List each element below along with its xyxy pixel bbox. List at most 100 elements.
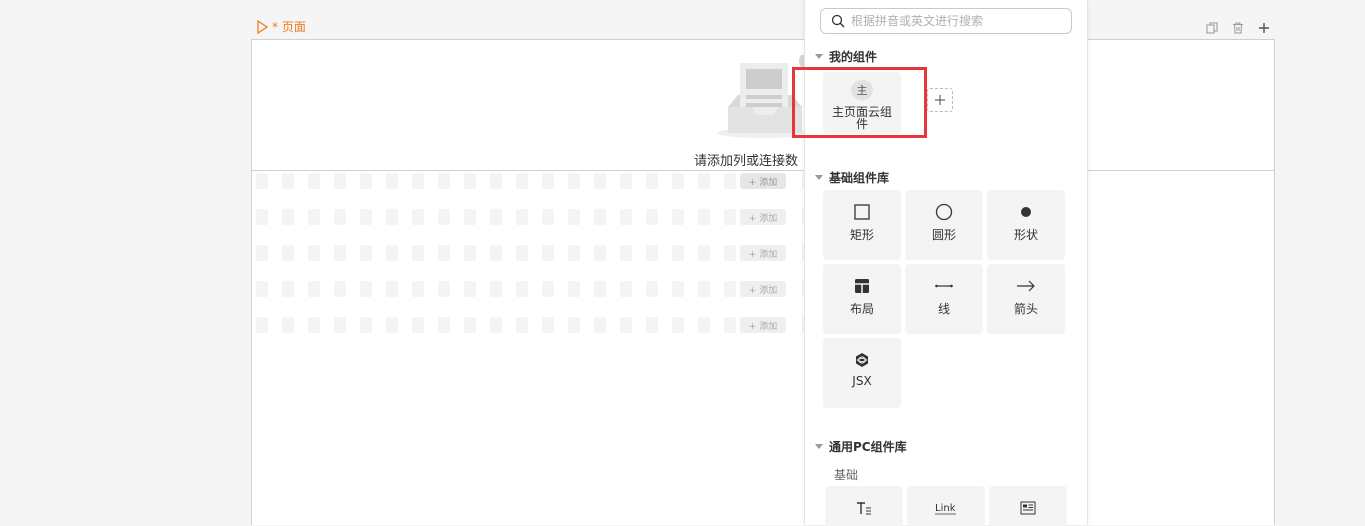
add-row-button[interactable]: + 添加 [740, 245, 786, 261]
my-components-title: 我的组件 [829, 50, 878, 64]
grid-cell [490, 209, 502, 225]
jsx-icon [852, 350, 872, 370]
search-icon [831, 14, 845, 28]
layout-icon [852, 276, 872, 296]
grid-row: + 添加 [252, 209, 1274, 229]
grid-cell [646, 209, 658, 225]
grid-cell [438, 281, 450, 297]
tile-richtext[interactable] [989, 486, 1067, 526]
grid-cell [334, 209, 346, 225]
add-row-button[interactable]: + 添加 [740, 281, 786, 297]
grid-cell [490, 281, 502, 297]
search-input[interactable] [851, 14, 1051, 28]
grid-cell [594, 209, 606, 225]
grid-cell [438, 209, 450, 225]
grid-cell [334, 281, 346, 297]
grid-cell [542, 209, 554, 225]
grid-cell [282, 245, 294, 261]
grid-cell [620, 209, 632, 225]
grid-cell [308, 281, 320, 297]
grid-cell [620, 245, 632, 261]
grid-cell [542, 281, 554, 297]
my-components-header[interactable]: 我的组件 [815, 48, 877, 65]
add-component-button[interactable] [927, 88, 953, 112]
dot-icon [1016, 202, 1036, 222]
grid-cell [464, 281, 476, 297]
grid-cell [490, 173, 502, 189]
add-row-button[interactable]: + 添加 [740, 209, 786, 225]
plus-icon [935, 95, 945, 105]
grid-cell [386, 317, 398, 333]
add-row-button[interactable]: + 添加 [740, 173, 786, 189]
grid-cell [256, 281, 268, 297]
pc-library-header[interactable]: 通用PC组件库 [815, 438, 907, 455]
grid-cell [568, 317, 580, 333]
grid-cell [308, 173, 320, 189]
add-icon[interactable] [1256, 20, 1272, 36]
tile-layout[interactable]: 布局 [823, 264, 901, 334]
empty-state-illustration [718, 55, 817, 138]
grid-cell [542, 173, 554, 189]
grid-cell [464, 317, 476, 333]
grid-cell [256, 173, 268, 189]
tile-shape[interactable]: 形状 [987, 190, 1065, 260]
grid-cell [698, 245, 710, 261]
grid-cell [412, 173, 424, 189]
component-search[interactable] [820, 8, 1072, 34]
pc-library-subsection: 基础 [834, 468, 859, 482]
grid-cell [516, 173, 528, 189]
grid-cell [464, 245, 476, 261]
tile-arrow[interactable]: 箭头 [987, 264, 1065, 334]
grid-row: + 添加 [252, 281, 1274, 301]
grid-cell [438, 317, 450, 333]
tile-label: 矩形 [849, 228, 874, 242]
placeholder-grid: + 添加 + 添加 + 添加 + 添加 + 添加 [252, 173, 1274, 343]
grid-cell [256, 317, 268, 333]
text-icon [854, 498, 874, 518]
add-row-button[interactable]: + 添加 [740, 317, 786, 333]
frame-toolbar [1204, 20, 1272, 36]
grid-cell [672, 317, 684, 333]
grid-cell [308, 245, 320, 261]
grid-cell [568, 209, 580, 225]
basic-library-header[interactable]: 基础组件库 [815, 169, 889, 186]
grid-cell [464, 209, 476, 225]
tile-text[interactable] [825, 486, 903, 526]
delete-icon[interactable] [1230, 20, 1246, 36]
grid-cell [360, 317, 372, 333]
grid-cell [386, 209, 398, 225]
grid-cell [464, 173, 476, 189]
grid-cell [594, 245, 606, 261]
grid-cell [698, 281, 710, 297]
grid-cell [282, 281, 294, 297]
grid-cell [568, 281, 580, 297]
grid-cell [568, 173, 580, 189]
square-icon [852, 202, 872, 222]
line-icon [934, 276, 954, 296]
tile-label: 圆形 [931, 228, 956, 242]
page-frame: 请添加列或连接数 + 添加 + 添加 + 添加 + 添加 + 添加 [251, 39, 1275, 525]
tile-line[interactable]: 线 [905, 264, 983, 334]
grid-cell [672, 281, 684, 297]
grid-cell [308, 209, 320, 225]
copy-icon[interactable] [1204, 20, 1220, 36]
tile-link[interactable]: Link [907, 486, 985, 526]
tile-rectangle[interactable]: 矩形 [823, 190, 901, 260]
grid-cell [620, 317, 632, 333]
grid-cell [698, 173, 710, 189]
my-component-item[interactable]: 主 主页面云组件 [823, 72, 901, 134]
grid-cell [542, 245, 554, 261]
basic-library-title: 基础组件库 [829, 171, 890, 185]
empty-table-area: 请添加列或连接数 [252, 40, 1274, 171]
grid-cell [282, 209, 294, 225]
grid-cell [412, 245, 424, 261]
tile-jsx[interactable]: JSX [823, 338, 901, 408]
grid-cell [516, 209, 528, 225]
grid-cell [646, 173, 658, 189]
tile-label: JSX [852, 374, 872, 388]
design-canvas: * 页面 请添加列或连接数 + 添加 + 添加 + 添加 + 添加 + 添加 根… [0, 0, 1365, 526]
tile-circle[interactable]: 圆形 [905, 190, 983, 260]
grid-cell [724, 173, 736, 189]
page-label[interactable]: * 页面 [256, 18, 306, 35]
collapse-icon [815, 54, 823, 59]
